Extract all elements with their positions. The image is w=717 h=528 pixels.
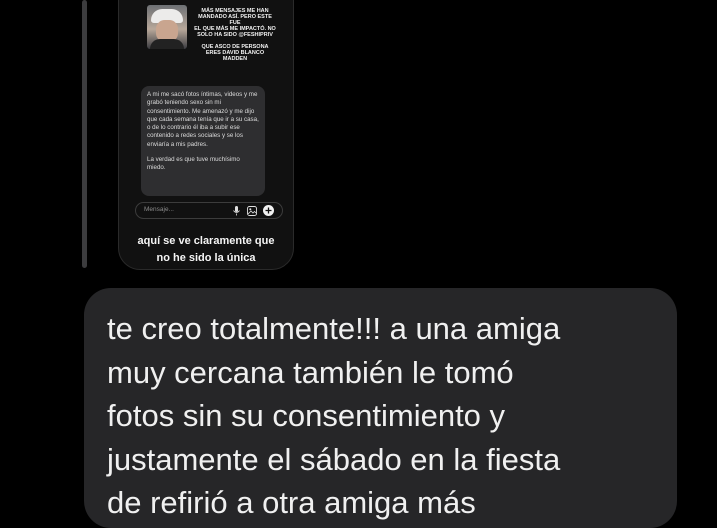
mic-icon[interactable] [232,206,241,216]
story-text-line: MADDEN [222,56,248,62]
profile-photo [147,5,187,49]
story-caption: aquí se ve claramente que no he sido la … [129,233,283,267]
quoted-story-screenshot[interactable]: MÁS MENSAJES ME HAN MANDADO ASÍ. PERO ES… [118,0,294,270]
quoted-message-paragraph: A mi me sacó fotos íntimas, videos y me … [147,91,259,148]
plus-icon[interactable] [263,205,274,216]
message-composer[interactable]: Mensaje... [135,202,283,219]
story-text: MÁS MENSAJES ME HAN MANDADO ASÍ. PERO ES… [193,8,277,62]
story-caption-line: aquí se ve claramente que [137,235,275,247]
quoted-message-bubble: A mi me sacó fotos íntimas, videos y me … [141,86,265,196]
gallery-icon[interactable] [247,206,257,216]
quoted-message-paragraph: La verdad es que tuve muchísimo miedo. [147,156,240,172]
composer-placeholder: Mensaje... [144,206,174,213]
reply-quote-bar [82,0,87,268]
reply-message-text: te creo totalmente!!! a una amiga muy ce… [107,311,561,520]
story-text-line: MANDADO ASÍ. PERO ESTE FUE [198,14,272,26]
story-caption-line: no he sido la única [156,252,256,264]
story-text-line: SOLO HA SIDO @FESHIPRIV [197,32,273,38]
